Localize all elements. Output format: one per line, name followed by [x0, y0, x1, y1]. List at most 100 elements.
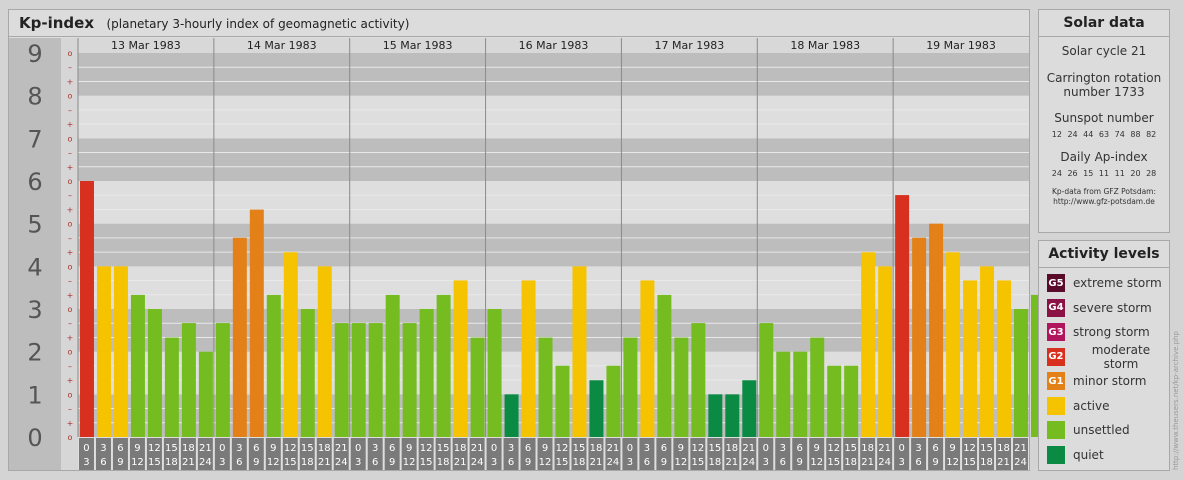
kp-bar	[232, 237, 247, 437]
legend-swatch: G2	[1047, 347, 1065, 366]
kp-bar	[504, 394, 519, 437]
hour-tick-start: 9	[814, 443, 820, 454]
kp-bar	[1014, 309, 1028, 437]
kp-bar	[470, 337, 485, 437]
kp-bar	[113, 266, 128, 437]
y-tick-label: 1	[27, 381, 42, 409]
legend-item: G1 minor storm	[1047, 372, 1146, 390]
legend-swatch: G4	[1047, 298, 1065, 317]
hour-tick-end: 24	[878, 457, 891, 468]
kp-bar	[572, 266, 587, 437]
hour-tick-end: 3	[627, 457, 633, 468]
kp-bar	[963, 280, 978, 437]
kp-bar	[147, 309, 162, 437]
kp-bar	[283, 252, 298, 437]
hour-tick-end: 24	[471, 457, 484, 468]
hour-tick-start: 21	[471, 443, 484, 454]
hour-tick-end: 15	[963, 457, 976, 468]
y-tick-label: 0	[27, 424, 42, 452]
hour-tick-start: 12	[691, 443, 704, 454]
legend-label: minor storm	[1073, 374, 1147, 388]
hour-tick-start: 18	[997, 443, 1010, 454]
y-subtick-label: o	[68, 49, 73, 58]
kp-bar	[317, 266, 332, 437]
hour-tick-end: 3	[763, 457, 769, 468]
y-subtick-label: –	[68, 149, 72, 158]
hour-tick-end: 21	[182, 457, 195, 468]
hour-tick-start: 9	[270, 443, 276, 454]
hour-tick-start: 3	[915, 443, 921, 454]
hour-tick-end: 9	[117, 457, 123, 468]
hour-tick-start: 21	[607, 443, 620, 454]
y-subtick-label: o	[68, 92, 73, 101]
hour-tick-end: 9	[525, 457, 531, 468]
hour-tick-start: 9	[678, 443, 684, 454]
hour-tick-start: 0	[491, 443, 497, 454]
kp-bar	[164, 337, 179, 437]
hour-tick-start: 12	[148, 443, 161, 454]
hour-tick-end: 24	[607, 457, 620, 468]
y-subtick-label: +	[67, 205, 74, 214]
solar-data-panel: Solar data Solar cycle 21 Carrington rot…	[1038, 9, 1170, 233]
hour-tick-start: 18	[454, 443, 467, 454]
kp-bar	[657, 294, 672, 437]
y-subtick-label: o	[68, 134, 73, 143]
legend-swatch	[1047, 396, 1065, 415]
hour-tick-end: 3	[355, 457, 361, 468]
kp-bar	[861, 252, 876, 437]
legend-item: G4 severe storm	[1047, 298, 1152, 317]
hour-tick-start: 21	[878, 443, 891, 454]
carrington-line1: Carrington rotation	[1046, 71, 1162, 85]
kp-bar	[623, 337, 638, 437]
y-tick-label: 2	[27, 339, 42, 367]
hour-tick-start: 21	[1014, 443, 1027, 454]
y-subtick-label: +	[67, 419, 74, 428]
hour-tick-end: 21	[590, 457, 603, 468]
hour-tick-end: 3	[219, 457, 225, 468]
hour-tick-end: 12	[539, 457, 552, 468]
hour-tick-start: 18	[725, 443, 738, 454]
hour-tick-start: 18	[861, 443, 874, 454]
kp-bar	[844, 365, 859, 437]
legend-label: unsettled	[1073, 423, 1130, 437]
hour-tick-start: 6	[797, 443, 803, 454]
kp-bar	[810, 337, 825, 437]
kp-bar	[419, 309, 434, 437]
hour-tick-end: 9	[932, 457, 938, 468]
hour-tick-end: 6	[644, 457, 650, 468]
hour-tick-end: 3	[491, 457, 497, 468]
kp-bar	[980, 266, 995, 437]
hour-tick-start: 18	[318, 443, 331, 454]
carrington-line2: number 1733	[1063, 85, 1145, 99]
kp-bar	[198, 351, 213, 437]
legend-swatch: G3	[1047, 323, 1065, 341]
hour-tick-end: 3	[898, 457, 904, 468]
hour-tick-end: 9	[253, 457, 259, 468]
kp-bar	[96, 266, 111, 437]
y-tick-label: 5	[27, 211, 42, 239]
y-subtick-label: +	[67, 333, 74, 342]
hour-tick-end: 9	[797, 457, 803, 468]
kp-bar	[742, 380, 757, 437]
y-tick-label: 8	[27, 83, 42, 111]
ap-values: 24 26 15 11 11 20 28	[1051, 169, 1157, 178]
hour-tick-start: 9	[406, 443, 412, 454]
hour-tick-start: 21	[199, 443, 212, 454]
hour-tick-end: 21	[454, 457, 467, 468]
kp-band-8	[78, 53, 1029, 96]
kp-bar	[793, 351, 808, 437]
kp-band-6	[78, 138, 1029, 181]
day-label: 13 Mar 1983	[111, 39, 181, 52]
hour-tick-start: 6	[525, 443, 531, 454]
hour-tick-start: 15	[301, 443, 314, 454]
hour-tick-start: 3	[100, 443, 106, 454]
hour-tick-end: 12	[403, 457, 416, 468]
hour-tick-end: 6	[780, 457, 786, 468]
hour-tick-start: 6	[932, 443, 938, 454]
hour-tick-end: 24	[1014, 457, 1027, 468]
kp-band-4	[78, 223, 1029, 267]
hour-tick-end: 12	[674, 457, 687, 468]
hour-tick-end: 6	[236, 457, 242, 468]
legend-item: G3 strong storm	[1047, 323, 1150, 341]
kp-bar	[487, 309, 502, 437]
